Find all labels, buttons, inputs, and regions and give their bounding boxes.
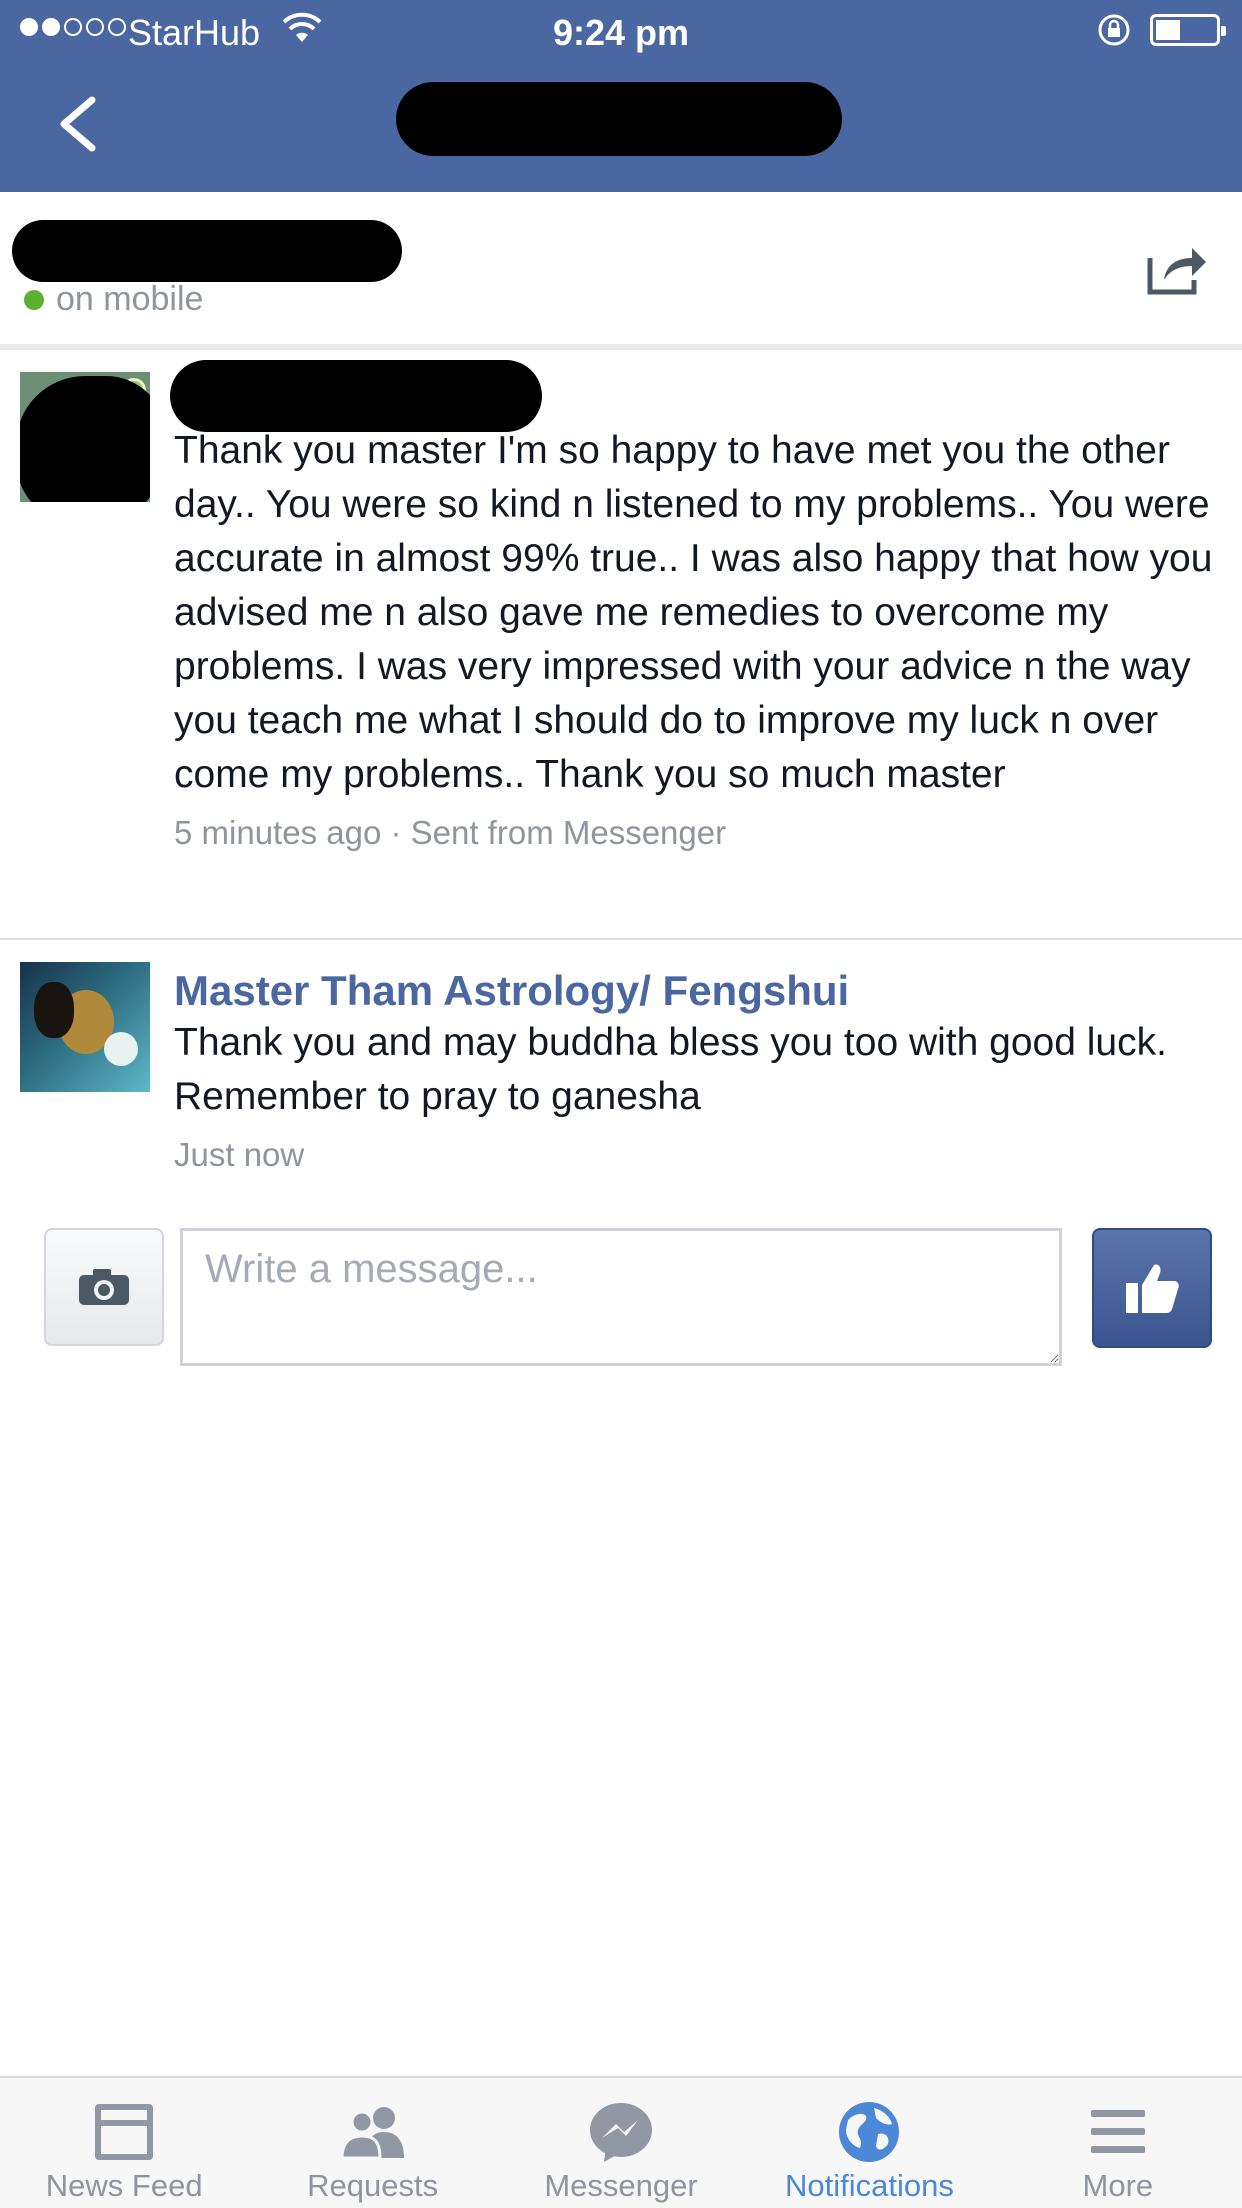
redacted-title bbox=[396, 82, 842, 156]
tab-label: Notifications bbox=[784, 2168, 954, 2203]
tab-label: Requests bbox=[307, 2168, 439, 2203]
back-chevron-icon[interactable] bbox=[54, 96, 104, 152]
presence-label: on mobile bbox=[56, 280, 204, 318]
navigation-bar: StarHub 9:24 pm bbox=[0, 0, 1242, 192]
friend-requests-icon bbox=[340, 2107, 404, 2160]
tab-news-feed[interactable]: News Feed bbox=[0, 2078, 248, 2208]
battery-icon bbox=[1150, 14, 1226, 46]
tab-messenger[interactable]: Messenger bbox=[497, 2078, 745, 2208]
camera-button[interactable] bbox=[44, 1228, 164, 1346]
tab-label: News Feed bbox=[45, 2168, 203, 2203]
conversation-header: on mobile bbox=[0, 192, 1242, 344]
tab-requests[interactable]: Requests bbox=[248, 2078, 496, 2208]
status-bar: StarHub 9:24 pm bbox=[0, 0, 1242, 64]
thumbs-up-icon bbox=[1126, 1264, 1179, 1313]
tab-more[interactable]: More bbox=[994, 2078, 1242, 2208]
news-feed-icon bbox=[95, 2104, 154, 2160]
message-meta: Just now bbox=[174, 1136, 305, 1173]
redacted-avatar bbox=[20, 376, 150, 502]
like-button[interactable] bbox=[1092, 1228, 1212, 1348]
sender-avatar[interactable] bbox=[20, 372, 150, 502]
message-text: Thank you master I'm so happy to have me… bbox=[174, 429, 1213, 796]
globe-icon bbox=[839, 2102, 900, 2162]
online-dot-icon bbox=[24, 289, 44, 310]
tab-notifications[interactable]: Notifications bbox=[745, 2078, 993, 2208]
tab-label: More bbox=[1082, 2168, 1154, 2203]
header-divider bbox=[0, 344, 1242, 350]
message-meta: 5 minutes ago · Sent from Messenger bbox=[174, 814, 727, 851]
message-divider bbox=[0, 938, 1242, 940]
camera-icon bbox=[79, 1269, 129, 1305]
tab-bar: News Feed Requests Messenger Notificatio… bbox=[0, 2076, 1242, 2208]
presence-status: on mobile bbox=[24, 280, 203, 319]
message-input[interactable] bbox=[180, 1228, 1062, 1366]
message-sender[interactable] bbox=[174, 374, 1224, 424]
tab-label: Messenger bbox=[544, 2168, 698, 2203]
messenger-icon bbox=[590, 2103, 653, 2162]
sender-avatar[interactable] bbox=[20, 962, 150, 1092]
menu-icon bbox=[1090, 2110, 1145, 2153]
status-time: 9:24 pm bbox=[552, 12, 690, 53]
redacted-contact-name bbox=[12, 220, 402, 282]
message-text: Thank you and may buddha bless you too w… bbox=[174, 1021, 1167, 1118]
rotation-lock-icon bbox=[1098, 14, 1130, 46]
share-icon[interactable] bbox=[1146, 240, 1210, 296]
message-sender[interactable]: Master Tham Astrology/ Fengshui bbox=[174, 966, 1224, 1016]
